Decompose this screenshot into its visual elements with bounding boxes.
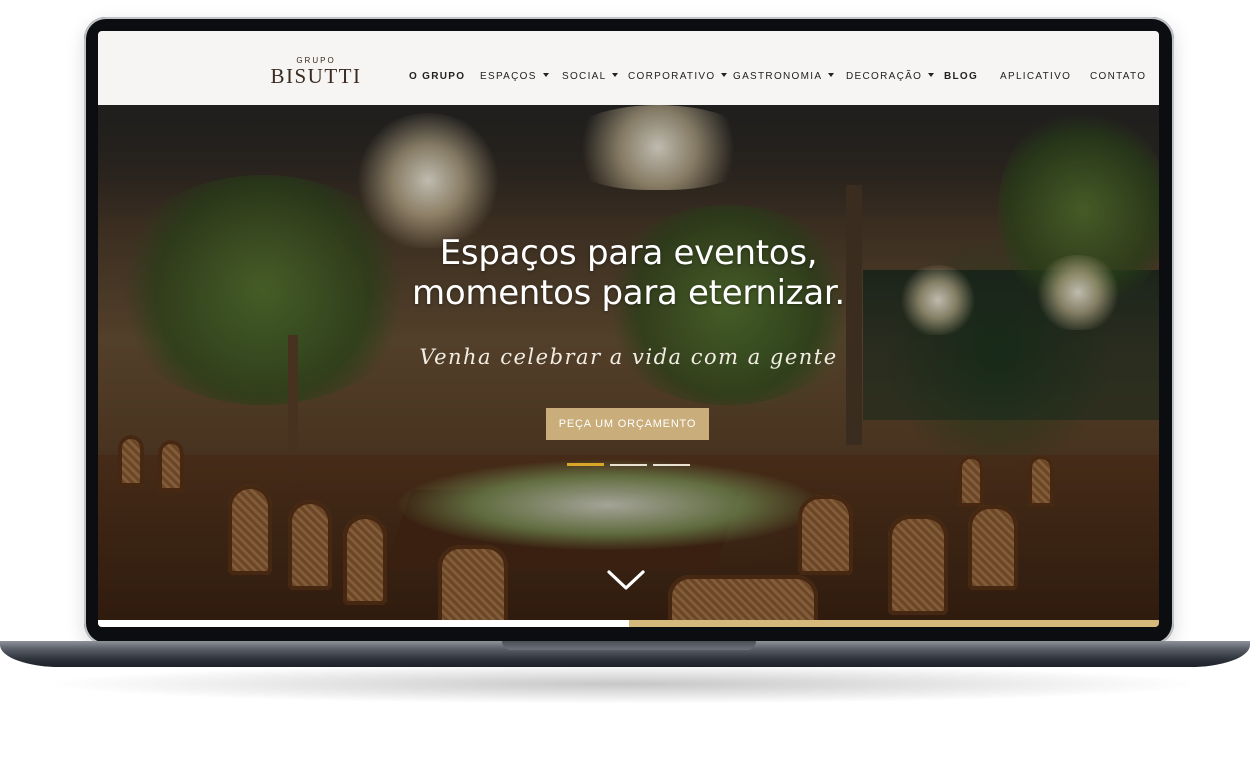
hero-script-tagline: Venha celebrar a vida com a gente (419, 345, 838, 369)
hero-title-line-1: Espaços para eventos, (439, 233, 818, 273)
nav-item-corporativo[interactable]: CORPORATIVO (628, 71, 728, 82)
nav-item-label: SOCIAL (562, 71, 607, 82)
caret-down-icon (542, 73, 549, 77)
hero-banner: Espaços para eventos, momentos para eter… (98, 105, 1159, 627)
nav-item-label: APLICATIVO (1000, 71, 1072, 82)
slider-dot-3[interactable] (653, 464, 690, 466)
caret-down-icon (721, 73, 728, 77)
laptop-notch (502, 641, 756, 650)
caret-down-icon (828, 73, 835, 77)
nav-item-social[interactable]: SOCIAL (562, 71, 619, 82)
hero-title: Espaços para eventos, momentos para eter… (98, 233, 1159, 313)
request-quote-button[interactable]: PEÇA UM ORÇAMENTO (546, 408, 709, 440)
nav-item-contato[interactable]: CONTATO (1090, 71, 1146, 82)
slider-dot-2[interactable] (610, 464, 647, 466)
nav-item-decoracao[interactable]: DECORAÇÃO (846, 71, 935, 82)
nav-item-label: BLOG (944, 71, 979, 82)
nav-item-label: ESPAÇOS (480, 71, 537, 82)
hero-title-line-2: momentos para eternizar. (412, 273, 845, 313)
slider-dot-1[interactable] (567, 463, 604, 466)
nav-item-gastronomia[interactable]: GASTRONOMIA (733, 71, 835, 82)
top-navbar: GRUPO BISUTTI O GRUPO ESPAÇOS SOCIAL COR… (98, 31, 1159, 105)
slide-progress-fill (98, 620, 629, 627)
laptop-shadow (40, 664, 1210, 704)
caret-down-icon (612, 73, 619, 77)
nav-item-label: CONTATO (1090, 71, 1147, 82)
nav-item-label: GASTRONOMIA (733, 71, 823, 82)
site-logo[interactable]: GRUPO BISUTTI (270, 56, 362, 87)
chevron-down-icon[interactable] (606, 567, 646, 593)
nav-item-label: O GRUPO (409, 71, 466, 82)
logo-main-text: BISUTTI (270, 64, 362, 88)
browser-screen: GRUPO BISUTTI O GRUPO ESPAÇOS SOCIAL COR… (98, 31, 1159, 627)
caret-down-icon (928, 73, 935, 77)
nav-item-label: CORPORATIVO (628, 71, 716, 82)
nav-item-espacos[interactable]: ESPAÇOS (480, 71, 549, 82)
nav-item-label: DECORAÇÃO (846, 71, 923, 82)
nav-item-aplicativo[interactable]: APLICATIVO (1000, 71, 1071, 82)
nav-item-blog[interactable]: BLOG (944, 71, 978, 82)
nav-item-o-grupo[interactable]: O GRUPO (409, 71, 465, 82)
